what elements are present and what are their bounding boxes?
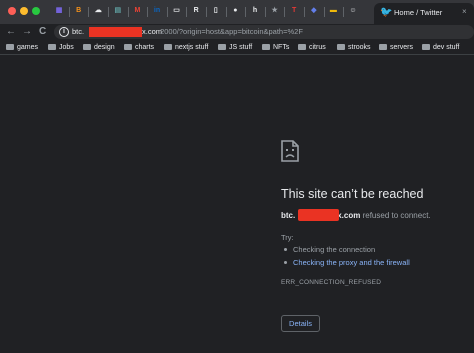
tab-favicon-7[interactable]: ▭ [172,6,182,16]
sad-page-icon [281,140,299,162]
url-host-prefix: btc. [72,27,85,36]
tab-favicon-11[interactable]: h [250,6,260,16]
error-code: ERR_CONNECTION_REFUSED [281,279,382,286]
try-label: Try: [281,233,294,242]
tab-favicon-15[interactable]: ▬ [328,6,338,16]
error-host-prefix: btc. [281,211,296,220]
error-title: This site can’t be reached [281,187,424,201]
tab-favicon-9[interactable]: ▯ [211,6,221,16]
bookmark-folder-js-stuff[interactable]: JS stuff [218,43,252,53]
tab-favicon-4[interactable]: ▤ [113,6,123,16]
folder-icon [164,44,172,50]
tab-close-icon[interactable]: × [462,7,467,16]
tab-separator [284,7,286,17]
bookmark-folder-strooks[interactable]: strooks [337,43,371,53]
tab-separator [304,7,305,17]
bookmark-folder-servers[interactable]: servers [379,43,413,53]
tab-separator [147,7,149,17]
tab-favicon-2[interactable]: B [74,6,84,16]
tab-favicon-github[interactable]: ● [230,6,240,16]
error-refused-text: refused to connect. [362,211,431,220]
browser-toolbar: ← → C i btc. x.com :2000/?origin=host&ap… [0,24,474,40]
back-arrow-icon[interactable]: ← [6,25,16,38]
tab-favicon-1[interactable]: ▦ [54,6,64,16]
bullet-icon [284,261,287,264]
zoom-window-button[interactable] [32,7,40,15]
reload-icon[interactable]: C [39,25,46,38]
tab-separator [108,7,109,17]
url-path: :2000/?origin=host&app=bitcoin&path=%2F [158,27,303,36]
bookmark-folder-jobs[interactable]: Jobs [48,43,74,53]
folder-icon [422,44,430,50]
suggestion-check-proxy-link[interactable]: Checking the proxy and the firewall [284,258,410,267]
tab-separator [323,7,325,17]
bookmark-folder-nfts[interactable]: NFTs [262,43,289,53]
tab-separator [88,7,90,17]
tab-separator [225,7,227,17]
tab-favicon-16[interactable]: ☺ [348,6,358,16]
bookmark-folder-games[interactable]: games [6,43,38,53]
folder-icon [6,44,14,50]
folder-icon [83,44,91,50]
tab-separator [343,7,345,17]
error-host-suffix: x.com [337,211,361,220]
folder-icon [48,44,56,50]
tab-separator [127,7,129,17]
tab-favicon-linkedin[interactable]: in [152,6,162,16]
folder-icon [218,44,226,50]
bookmark-folder-dev-stuff[interactable]: dev stuff [422,43,459,53]
details-button[interactable]: Details [281,315,320,332]
minimize-window-button[interactable] [20,7,28,15]
tab-separator [166,7,168,17]
tab-active[interactable]: 🐦 Home / Twitter × [374,3,474,24]
folder-icon [379,44,387,50]
tab-favicon-13[interactable]: T [289,6,299,16]
tab-separator [206,7,207,17]
tab-favicon-gmail[interactable]: M [132,6,142,16]
folder-icon [337,44,345,50]
close-window-button[interactable] [8,7,16,15]
folder-icon [298,44,306,50]
tab-separator [186,7,188,17]
tab-title: Home / Twitter [394,8,443,17]
tab-favicon-12[interactable]: ★ [270,6,280,16]
tab-favicon-3[interactable]: ☁ [93,6,103,16]
forward-arrow-icon[interactable]: → [22,25,32,38]
address-bar[interactable]: i btc. x.com :2000/?origin=host&app=bitc… [54,25,474,39]
bookmarks-bar: games Jobs design charts nextjs stuff JS… [0,40,474,55]
tab-separator [264,7,266,17]
url-redaction-block [89,27,142,37]
tab-favicon-14[interactable]: ◆ [309,6,319,16]
tab-separator [68,7,70,17]
tab-favicon-8[interactable]: R [191,6,201,16]
bookmark-folder-nextjs-stuff[interactable]: nextjs stuff [164,43,208,53]
bullet-icon [284,248,287,251]
twitter-bird-icon: 🐦 [380,7,393,18]
folder-icon [124,44,132,50]
tab-separator [245,7,247,17]
suggestion-check-connection: Checking the connection [284,245,375,254]
host-redaction-block [298,209,339,221]
bookmark-folder-design[interactable]: design [83,43,115,53]
page-content [0,56,474,353]
folder-icon [262,44,270,50]
bookmark-folder-citrus[interactable]: citrus [298,43,326,53]
site-info-icon[interactable]: i [59,27,69,37]
tab-strip: ▦ B ☁ ▤ Min ▭ R ▯ ● h ★ T ◆ ▬ ☺ 🐦 Home / Twitter × [0,0,474,24]
bookmark-folder-charts[interactable]: charts [124,43,154,53]
